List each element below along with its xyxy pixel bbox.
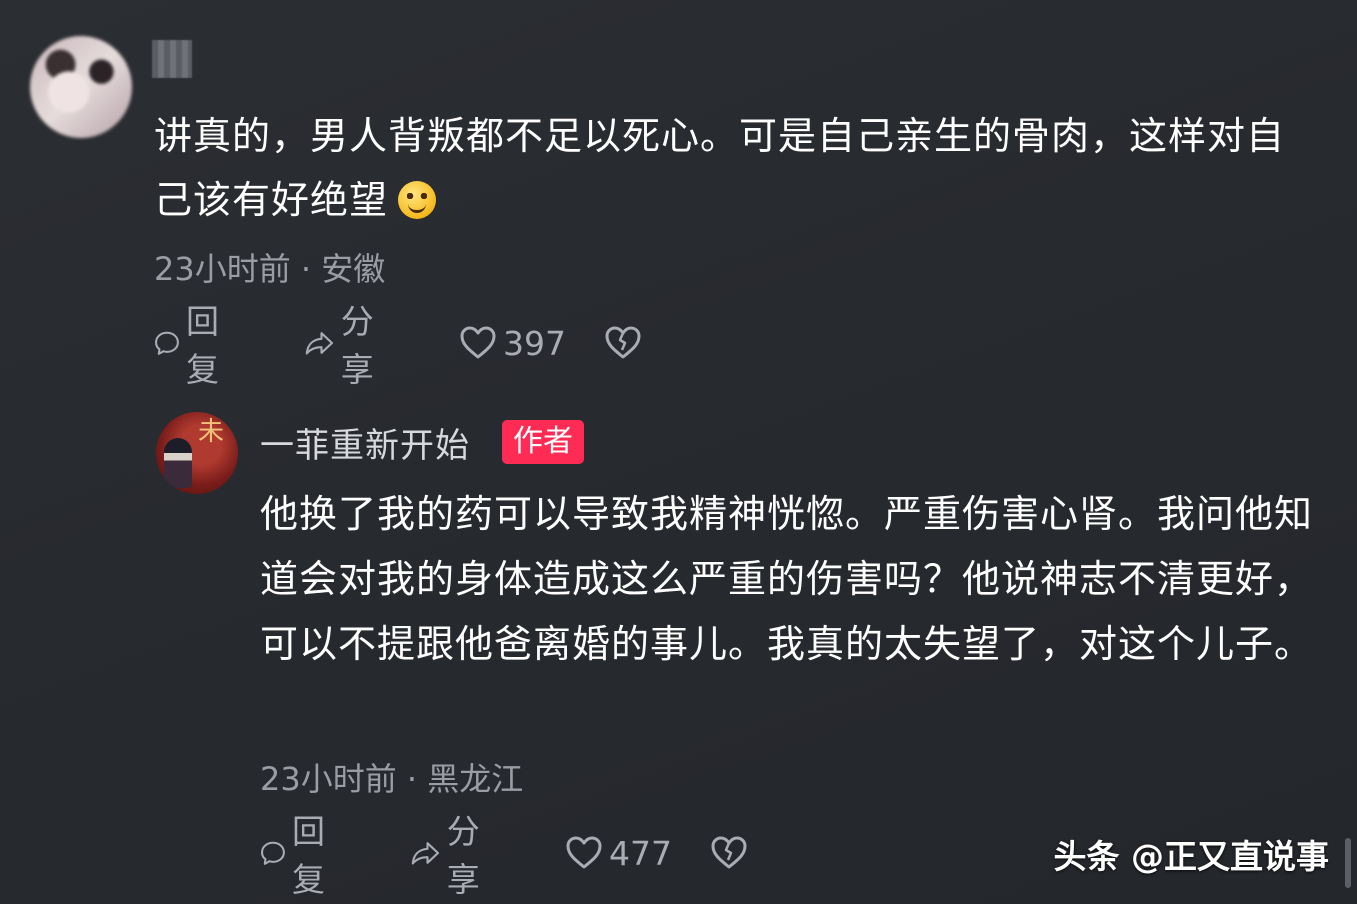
share-arrow-icon — [411, 842, 440, 865]
share-button[interactable]: 分享 — [410, 812, 493, 899]
comment-bubble-icon — [155, 331, 179, 355]
like-count: 477 — [609, 833, 672, 873]
meta-separator: · — [300, 250, 312, 288]
reply-item: 未 一菲重新开始 作者 他换了我的药可以导致我精神恍惚。严重伤害心肾。我问他知道… — [0, 400, 1357, 904]
like-button[interactable]: 397 — [459, 318, 566, 368]
reply-button[interactable]: 回复 — [260, 812, 337, 899]
author-username[interactable]: 一菲重新开始 — [260, 418, 470, 467]
avatar[interactable] — [30, 36, 132, 138]
reply-text: 他换了我的药可以导致我精神恍惚。严重伤害心肾。我问他知道会对我的身体造成这么严重… — [260, 492, 1314, 666]
comment-location: 安徽 — [321, 250, 386, 288]
comment-time: 23小时前 — [154, 250, 291, 288]
author-badge: 作者 — [502, 420, 584, 464]
reply-location: 黑龙江 — [427, 760, 524, 798]
comment-meta: 23小时前 · 安徽 — [154, 244, 385, 290]
like-count: 397 — [503, 323, 566, 363]
reply-label: 回复 — [185, 302, 219, 389]
dislike-button[interactable] — [710, 828, 748, 878]
avatar-figure — [164, 438, 192, 488]
broken-heart-icon — [711, 836, 747, 869]
reply-meta: 23小时前 · 黑龙江 — [260, 754, 523, 800]
reply-time: 23小时前 — [260, 760, 397, 798]
broken-heart-icon — [605, 326, 641, 359]
like-button[interactable]: 477 — [565, 828, 672, 878]
share-label: 分享 — [446, 812, 480, 899]
comment-text-content: 讲真的，男人背叛都不足以死心。可是自己亲生的骨肉，这样对自己该有好绝望 — [154, 114, 1286, 222]
dislike-button[interactable] — [604, 318, 642, 368]
smile-emoji-icon — [398, 181, 437, 219]
watermark: 头条 @正又直说事 — [1053, 837, 1330, 876]
heart-icon — [460, 326, 496, 359]
meta-separator: · — [406, 760, 418, 798]
scrollbar[interactable] — [1345, 838, 1351, 888]
avatar-glyph: 未 — [197, 417, 224, 447]
reply-label: 回复 — [291, 812, 325, 899]
share-arrow-icon — [305, 332, 334, 355]
username[interactable] — [152, 40, 192, 78]
share-button[interactable]: 分享 — [304, 302, 387, 389]
comment-text: 讲真的，男人背叛都不足以死心。可是自己亲生的骨肉，这样对自己该有好绝望 — [154, 104, 1314, 232]
heart-icon — [566, 836, 602, 869]
comment-bubble-icon — [261, 841, 285, 865]
share-label: 分享 — [340, 302, 374, 389]
reply-button[interactable]: 回复 — [154, 302, 231, 389]
author-avatar[interactable]: 未 — [156, 412, 238, 494]
comment-item: 讲真的，男人背叛都不足以死心。可是自己亲生的骨肉，这样对自己该有好绝望 23小时… — [0, 0, 1357, 400]
